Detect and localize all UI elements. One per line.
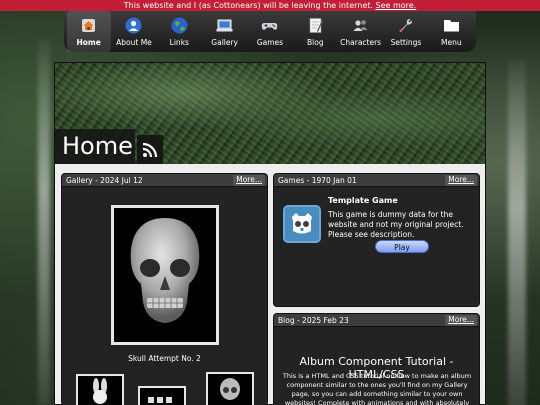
game-title: Template Game: [328, 196, 398, 205]
users-icon: [352, 17, 369, 34]
blog-post-excerpt: This is a HTML and CSS tutorial on how t…: [282, 372, 472, 405]
nav-label: Gallery: [211, 38, 238, 47]
skull-sculpture-image: [130, 218, 200, 323]
card-header: Blog - 2025 Feb 23 More...: [274, 314, 479, 327]
nav-gallery[interactable]: Gallery: [203, 11, 247, 52]
globe-icon: [171, 17, 188, 34]
folder-icon: [443, 17, 460, 34]
nav-label: Characters: [340, 38, 382, 47]
main-content: Home Gallery - 2024 Jul 12 More... Skull…: [54, 62, 486, 405]
tiles-image: [148, 397, 172, 403]
nav-label: Settings: [390, 38, 422, 47]
nav-links[interactable]: Links: [157, 11, 201, 52]
home-icon: [80, 17, 97, 34]
game-description: This game is dummy data for the website …: [328, 210, 464, 239]
nav-menu[interactable]: Menu: [429, 11, 473, 52]
nav-about-me[interactable]: About Me: [112, 11, 156, 52]
waterfall-decoration: [508, 60, 526, 405]
nav-games[interactable]: Games: [248, 11, 292, 52]
nav-blog[interactable]: Blog: [293, 11, 337, 52]
laptop-icon: [216, 17, 233, 34]
gallery-caption: Skull Attempt No. 2: [128, 354, 201, 363]
games-card: Games - 1970 Jan 01 More... Template Gam…: [273, 173, 480, 307]
page-title: Home: [55, 129, 135, 164]
blog-card: Blog - 2025 Feb 23 More... Album Compone…: [273, 313, 480, 405]
bunny-image: [93, 378, 107, 404]
gallery-thumbnail[interactable]: [206, 372, 254, 405]
gallery-thumbnail[interactable]: [138, 386, 186, 405]
rss-icon: [142, 142, 158, 157]
games-more-link[interactable]: More...: [445, 175, 477, 186]
nav-label: Home: [76, 38, 101, 47]
gallery-thumbnails: [76, 372, 256, 405]
godot-game-icon[interactable]: [283, 205, 321, 243]
blog-more-link[interactable]: More...: [445, 315, 477, 326]
gallery-header: Gallery - 2024 Jul 12: [66, 176, 143, 185]
skull-thumbnail-image: [220, 378, 240, 400]
person-icon: [125, 17, 142, 34]
notepad-icon: [307, 17, 324, 34]
games-header: Games - 1970 Jan 01: [278, 176, 357, 185]
rss-feed-button[interactable]: [137, 135, 163, 164]
nav-label: Links: [169, 38, 189, 47]
nav-label: About Me: [116, 38, 152, 47]
gallery-thumbnail[interactable]: [76, 374, 124, 405]
godot-logo-icon: [292, 213, 312, 234]
nav-settings[interactable]: Settings: [384, 11, 428, 52]
nav-label: Blog: [307, 38, 324, 47]
announcement-banner: This website and I (as Cottonears) will …: [0, 0, 540, 11]
blog-header: Blog - 2025 Feb 23: [278, 316, 349, 325]
banner-text: This website and I (as Cottonears) will …: [123, 1, 373, 10]
nav-characters[interactable]: Characters: [339, 11, 383, 52]
gallery-card: Gallery - 2024 Jul 12 More... Skull Atte…: [61, 173, 268, 405]
gallery-featured-image[interactable]: [111, 205, 219, 345]
wrench-icon: [397, 17, 414, 34]
play-button[interactable]: Play: [375, 240, 429, 253]
gamepad-icon: [261, 17, 278, 34]
card-header: Gallery - 2024 Jul 12 More...: [62, 174, 267, 187]
nav-home[interactable]: Home: [66, 11, 111, 52]
banner-see-more-link[interactable]: See more.: [375, 1, 416, 10]
gallery-more-link[interactable]: More...: [233, 175, 265, 186]
nav-label: Games: [256, 38, 284, 47]
waterfall-decoration: [38, 40, 50, 405]
main-navigation: Home About Me Links Gallery Games Blog C…: [64, 11, 476, 52]
nav-label: Menu: [440, 38, 462, 47]
card-header: Games - 1970 Jan 01 More...: [274, 174, 479, 187]
